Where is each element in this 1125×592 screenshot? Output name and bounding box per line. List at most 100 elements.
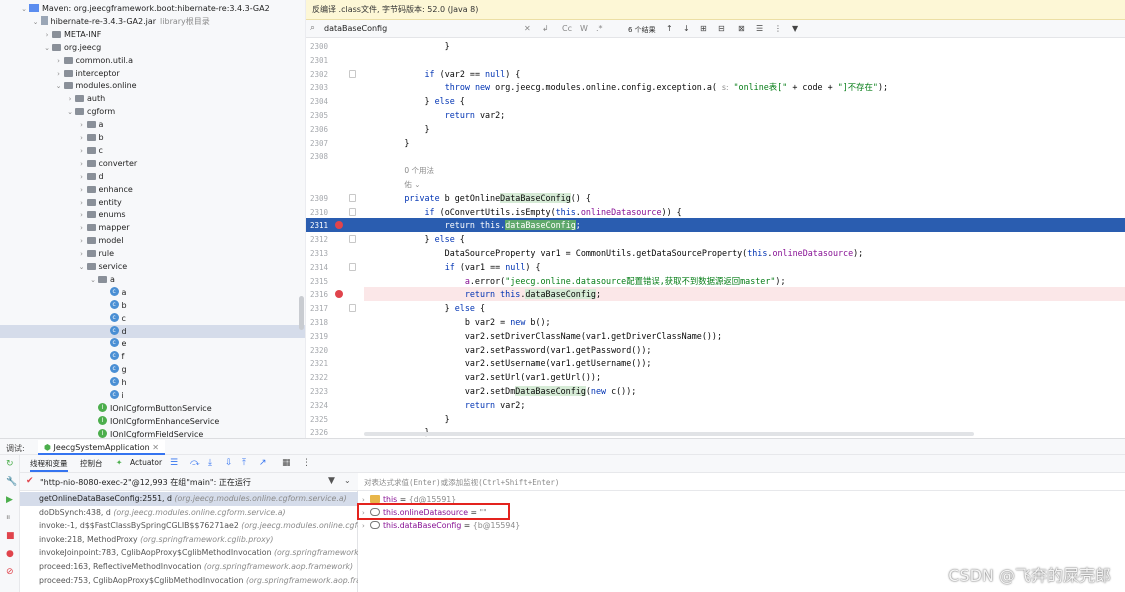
code-line[interactable]: if (oConvertUtils.isEmpty(this.onlineDat… <box>364 205 1125 219</box>
code-line[interactable]: 佑 ⌄ <box>364 177 1125 191</box>
stack-frame[interactable]: proceed:753, CglibAopProxy$CglibMethodIn… <box>20 574 358 588</box>
fold-marker-icon[interactable] <box>349 262 356 271</box>
code-line[interactable]: } <box>364 39 1125 53</box>
stack-frame[interactable]: invokeJoinpoint:783, CglibAopProxy$Cglib… <box>20 546 358 560</box>
code-line[interactable]: } <box>364 136 1125 150</box>
editor-gutter[interactable]: 2300 2301 2302 2303 2304 2305 2306 2307 2308 2309… <box>306 38 364 438</box>
thread-selector[interactable]: ✔ "http-nio-8080-exec-2"@12,993 在组"main"… <box>20 473 358 491</box>
tree-item[interactable]: › interceptor <box>0 67 305 80</box>
tree-item[interactable]: ⌄ cgform <box>0 105 305 118</box>
tree-item[interactable]: I IOnlCgformEnhanceService <box>0 415 305 428</box>
tree-item[interactable]: ⌄ Maven: org.jeecgframework.boot:hibernat… <box>0 2 305 15</box>
code-line[interactable]: return this.dataBaseConfig; <box>364 218 1125 233</box>
tree-item[interactable]: › common.util.a <box>0 54 305 67</box>
code-line[interactable]: if (var2 == null) { <box>364 67 1125 81</box>
code-line[interactable]: } else { <box>364 232 1125 246</box>
tree-item[interactable]: cd <box>0 324 305 338</box>
select-all-icon[interactable]: ⊞ <box>700 24 707 33</box>
tree-item[interactable]: cg <box>0 363 305 376</box>
code-line[interactable] <box>364 53 1125 67</box>
tree-item[interactable]: › mapper <box>0 221 305 234</box>
fold-marker-icon[interactable] <box>349 304 356 313</box>
tree-item[interactable]: › b <box>0 131 305 144</box>
code-line[interactable]: } else { <box>364 94 1125 108</box>
code-line[interactable]: return var2; <box>364 398 1125 412</box>
tree-item[interactable]: › rule <box>0 247 305 260</box>
code-line[interactable]: var2.setDriverClassName(var1.getDriverCl… <box>364 329 1125 343</box>
breakpoint-icon[interactable] <box>335 290 343 299</box>
rerun-icon[interactable]: ↻ <box>6 459 14 469</box>
close-search-icon[interactable]: ✕ <box>524 24 531 33</box>
tree-item[interactable]: ⌄ org.jeecg <box>0 41 305 54</box>
tree-item[interactable]: › c <box>0 144 305 157</box>
evaluate-expression-input[interactable]: 对表达式求值(Enter)或添加监视(Ctrl+Shift+Enter) <box>358 473 1125 491</box>
code-line[interactable]: } <box>364 412 1125 426</box>
code-line[interactable]: } else { <box>364 301 1125 315</box>
tree-item[interactable]: › entity <box>0 196 305 209</box>
stack-frame[interactable]: getOnlineDataBaseConfig:2551, d (org.jee… <box>20 492 358 506</box>
fold-marker-icon[interactable] <box>349 207 356 216</box>
regex-button[interactable]: .* <box>596 24 603 33</box>
close-tab-icon[interactable]: ✕ <box>150 443 159 452</box>
tree-item[interactable]: ⌄ service <box>0 260 305 273</box>
selection-icon[interactable]: ☰ <box>756 24 763 33</box>
stack-frame[interactable]: invoke:-1, d$$FastClassBySpringCGLIB$$76… <box>20 519 358 533</box>
next-match-icon[interactable]: ↓ <box>683 24 690 33</box>
more-icon[interactable]: ⋮ <box>302 458 311 468</box>
stop-icon[interactable]: ■ <box>6 531 15 541</box>
code-line[interactable]: 0 个用法 <box>364 163 1125 177</box>
tree-item[interactable]: ⌄ a <box>0 273 305 286</box>
fold-marker-icon[interactable] <box>349 69 356 78</box>
mute-breakpoints-icon[interactable]: ⊘ <box>6 567 14 577</box>
run-config-tab[interactable]: ⬢ JeecgSystemApplication ✕ <box>38 440 165 455</box>
code-line[interactable]: } <box>364 122 1125 136</box>
tree-item[interactable]: ci <box>0 389 305 402</box>
history-icon[interactable]: ↲ <box>542 24 549 33</box>
prev-match-icon[interactable]: ↑ <box>666 24 673 33</box>
step-into-icon[interactable]: ⤓ <box>208 458 212 468</box>
tree-item[interactable]: › a <box>0 118 305 131</box>
fold-marker-icon[interactable] <box>349 235 356 244</box>
tree-item[interactable]: › enhance <box>0 183 305 196</box>
code-editor[interactable]: } if (var2 == null) { throw new org.jeec… <box>364 38 1125 438</box>
view-breakpoints-icon[interactable]: ● <box>6 549 14 559</box>
code-line[interactable]: var2.setUsername(var1.getUsername()); <box>364 356 1125 370</box>
multi-select-icon[interactable]: ⊠ <box>738 24 745 33</box>
search-input[interactable]: dataBaseConfig <box>324 24 387 33</box>
tree-item[interactable]: ca <box>0 286 305 299</box>
code-line[interactable] <box>364 149 1125 163</box>
project-tree[interactable]: ⌄ Maven: org.jeecgframework.boot:hibernat… <box>0 0 306 438</box>
tree-item[interactable]: › META-INF <box>0 28 305 41</box>
resume-icon[interactable]: ▶ <box>6 495 13 505</box>
code-line[interactable]: a.error("jeecg.online.datasource配置错误,获取不… <box>364 274 1125 288</box>
filter-icon[interactable]: ▼ <box>792 24 798 33</box>
tree-item[interactable]: ch <box>0 376 305 389</box>
settings-icon[interactable]: ⊟ <box>718 24 725 33</box>
tree-item[interactable]: ⌄ hibernate-re-3.4.3-GA2.jar library根目录 <box>0 15 305 28</box>
fold-marker-icon[interactable] <box>349 193 356 202</box>
code-line[interactable]: if (var1 == null) { <box>364 260 1125 274</box>
words-button[interactable]: W <box>580 24 588 33</box>
tree-item[interactable]: I IOnlCgformButtonService <box>0 402 305 415</box>
match-case-button[interactable]: Cc <box>562 24 572 33</box>
step-out-icon[interactable]: ⤒ <box>242 458 246 468</box>
chevron-down-icon[interactable]: ⌄ <box>344 476 351 485</box>
tab-actuator[interactable]: Actuator <box>130 458 162 467</box>
settings-icon[interactable]: 🔧 <box>6 477 17 487</box>
tab-threads-variables[interactable]: 线程和变量 <box>30 458 68 472</box>
code-line[interactable]: var2.setDmDataBaseConfig(new c()); <box>364 384 1125 398</box>
tree-item[interactable]: cf <box>0 350 305 363</box>
tree-item[interactable]: › model <box>0 234 305 247</box>
editor-horizontal-scrollbar[interactable] <box>364 432 974 436</box>
step-over-icon[interactable]: ⤼ <box>190 458 200 468</box>
tree-item[interactable]: cb <box>0 299 305 312</box>
frames-panel[interactable]: ✔ "http-nio-8080-exec-2"@12,993 在组"main"… <box>20 473 358 592</box>
tree-item[interactable]: › auth <box>0 92 305 105</box>
code-line[interactable]: private b getOnlineDataBaseConfig() { <box>364 191 1125 205</box>
tab-console[interactable]: 控制台 <box>80 458 103 469</box>
code-line[interactable]: var2.setUrl(var1.getUrl()); <box>364 370 1125 384</box>
stack-frame[interactable]: invoke:218, MethodProxy (org.springframe… <box>20 533 358 547</box>
evaluate-icon[interactable]: ▦ <box>282 458 291 468</box>
find-bar[interactable]: ⌕ dataBaseConfig ✕ ↲ Cc W .* 6 个结果 ↑ ↓ ⊞… <box>306 20 1125 38</box>
filter-icon[interactable]: ▼ <box>328 476 335 486</box>
